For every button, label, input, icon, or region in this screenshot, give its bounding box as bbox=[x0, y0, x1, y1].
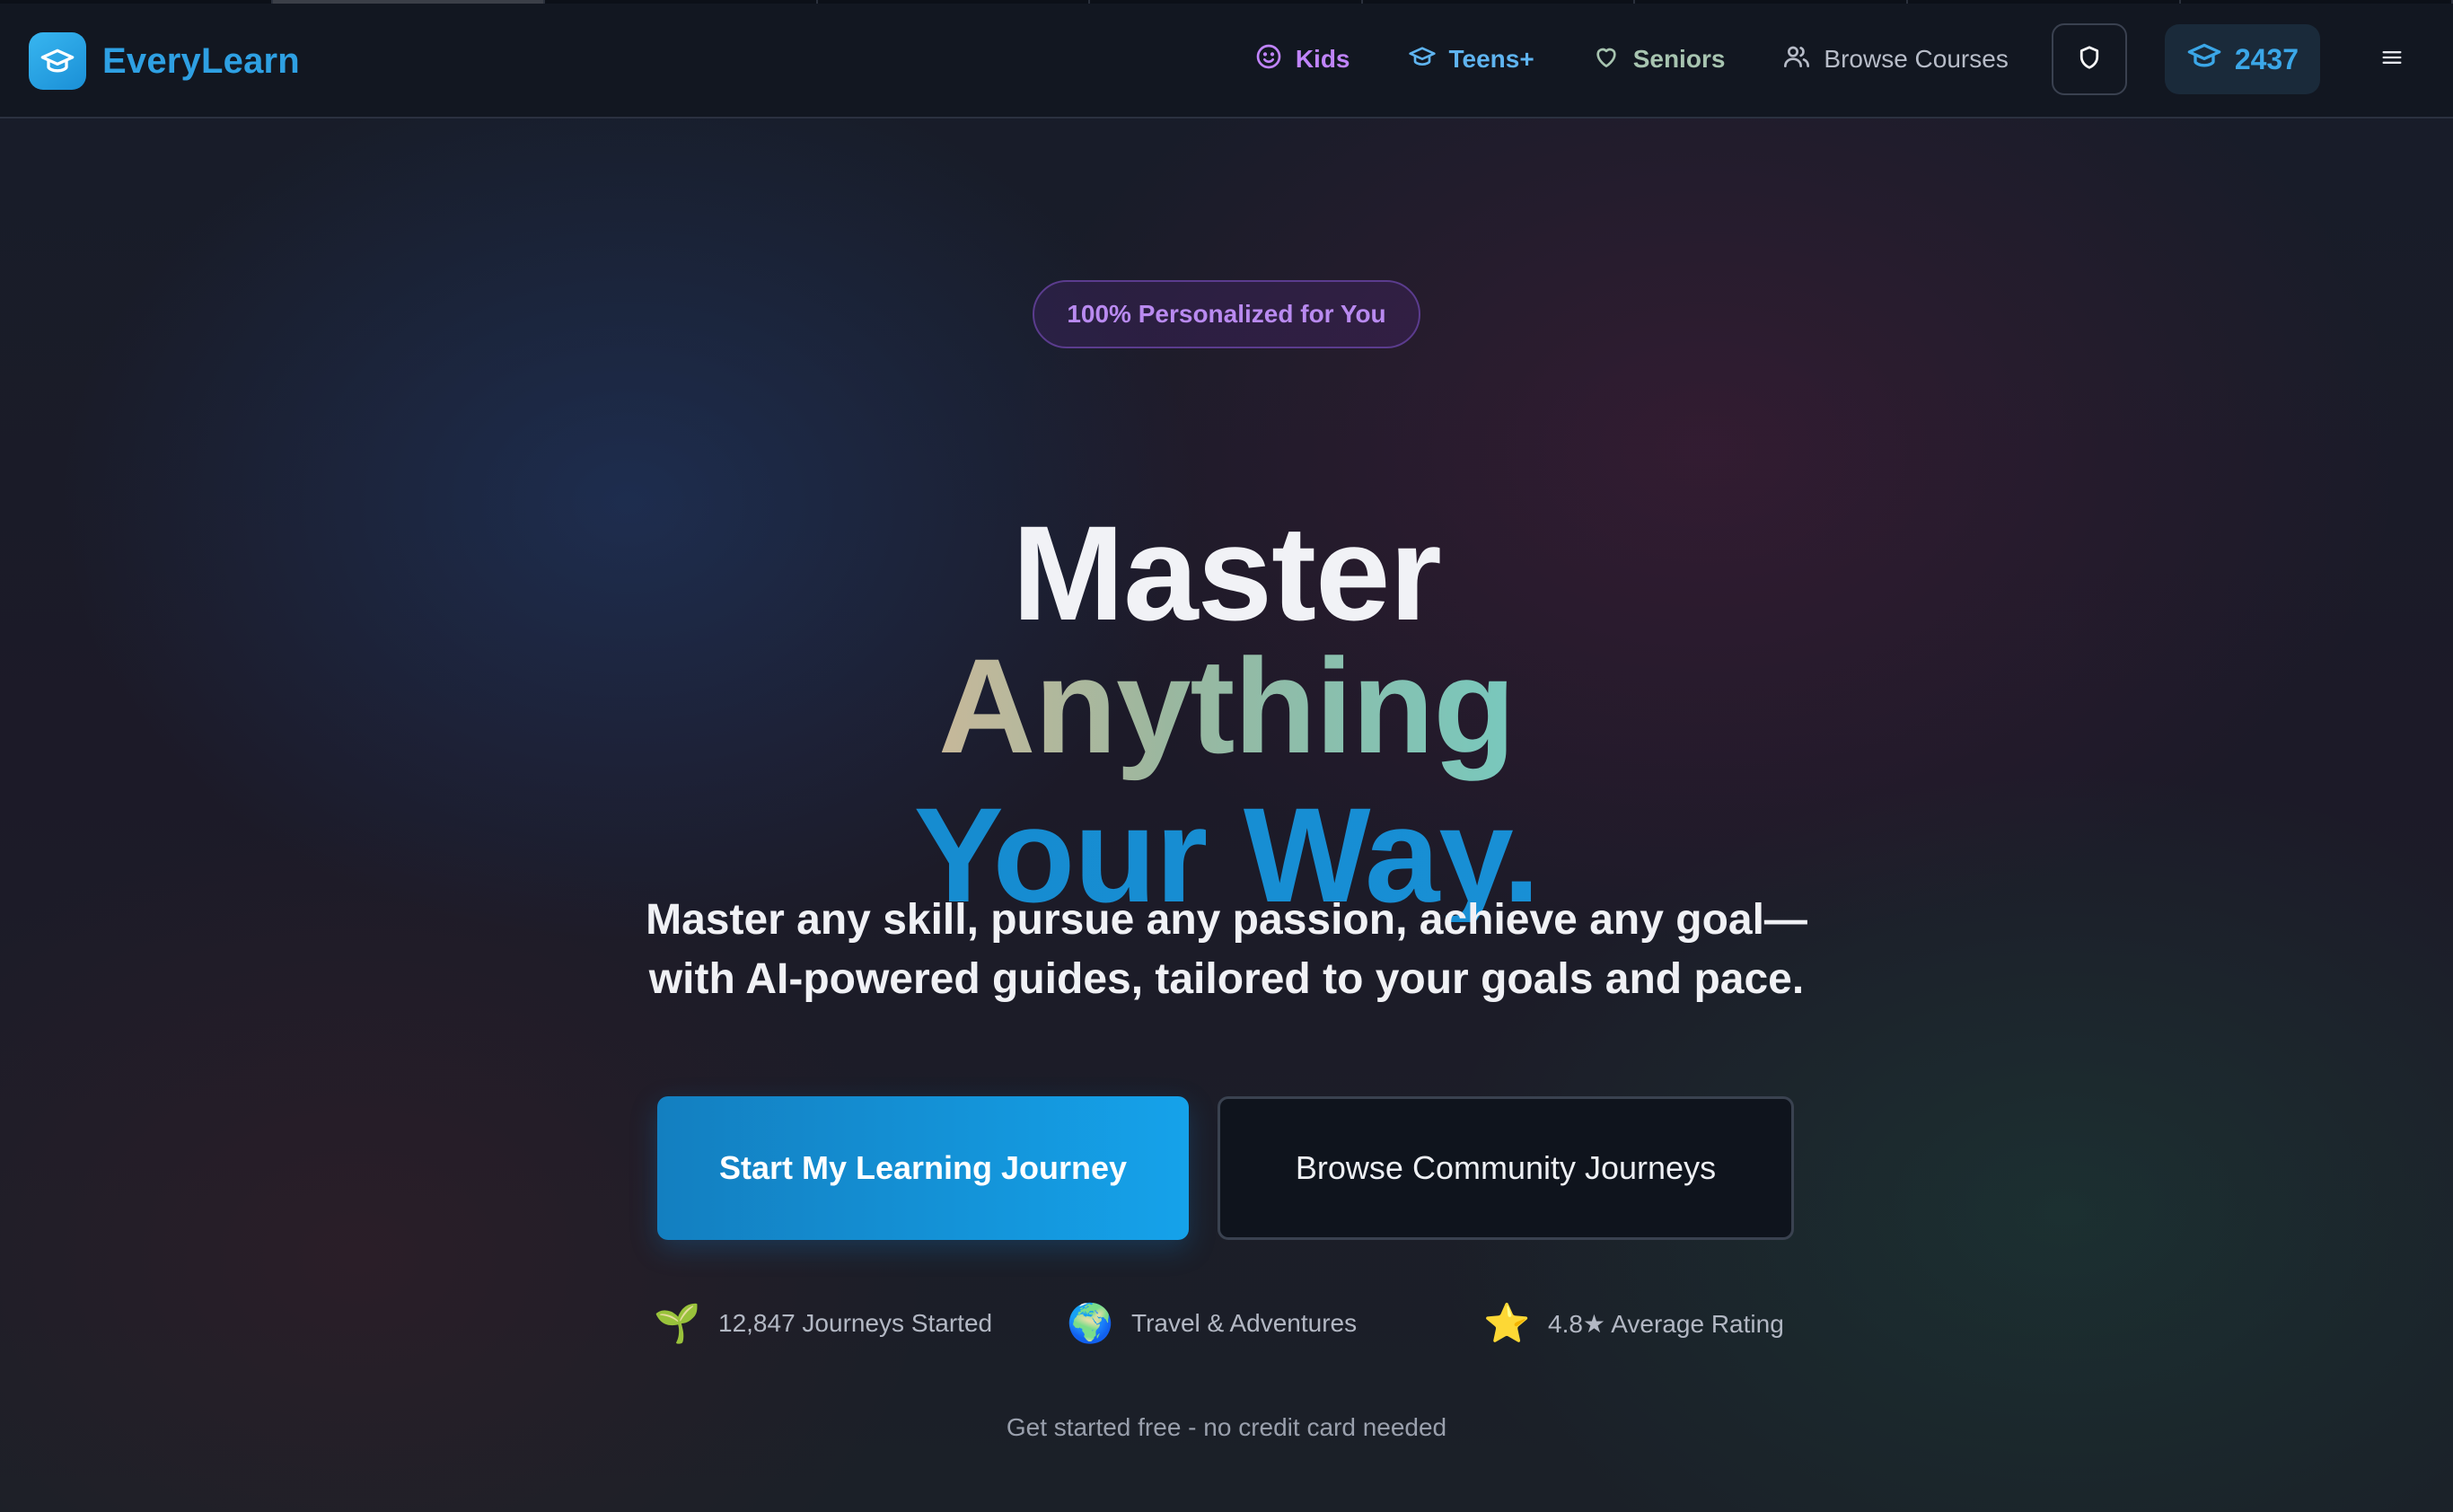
free-signup-note: Get started free - no credit card needed bbox=[1006, 1413, 1447, 1441]
nav-teens[interactable]: Teens+ bbox=[1408, 42, 1534, 77]
nav-browse-label: Browse Courses bbox=[1824, 45, 2009, 73]
stat-travel-adventures: 🌍 Travel & Adventures bbox=[1067, 1302, 1357, 1345]
seedling-icon: 🌱 bbox=[654, 1302, 701, 1344]
privacy-shield-button[interactable] bbox=[2051, 23, 2127, 95]
nav-browse-courses[interactable]: Browse Courses bbox=[1782, 42, 2009, 77]
stat-text: 4.8★ Average Rating bbox=[1548, 1309, 1784, 1338]
stat-text: Travel & Adventures bbox=[1131, 1309, 1358, 1337]
points-count: 2437 bbox=[2234, 42, 2299, 75]
hero-headline: Master Anything Your Way. bbox=[0, 505, 2453, 922]
shield-icon bbox=[2076, 44, 2103, 75]
personalized-badge: 100% Personalized for You bbox=[1033, 280, 1420, 348]
heart-icon bbox=[1592, 42, 1621, 77]
top-nav-bar: EveryLearn Kids Teens+ Seniors Browse Co… bbox=[0, 4, 2453, 119]
subtitle-line-1: Master any skill, pursue any passion, ac… bbox=[646, 896, 1807, 944]
graduation-cap-logo-icon bbox=[29, 32, 86, 90]
headline-line-2: Anything bbox=[938, 629, 1516, 781]
stat-average-rating: ⭐ 4.8★ Average Rating bbox=[1483, 1302, 1784, 1345]
hero-subtitle: Master any skill, pursue any passion, ac… bbox=[598, 891, 1855, 1009]
learning-points-button[interactable]: 2437 bbox=[2164, 24, 2320, 94]
nav-seniors-label: Seniors bbox=[1632, 45, 1726, 73]
nav-kids-label: Kids bbox=[1295, 45, 1350, 73]
menu-button[interactable] bbox=[2374, 41, 2410, 77]
hero-section: 100% Personalized for You Master Anythin… bbox=[0, 119, 2453, 1512]
hero-stats: 🌱 12,847 Journeys Started 🌍 Travel & Adv… bbox=[0, 1302, 2453, 1356]
graduation-cap-icon bbox=[2186, 38, 2222, 81]
graduation-cap-icon bbox=[1408, 42, 1437, 77]
headline-line-1: Master bbox=[1012, 497, 1442, 648]
start-learning-journey-button[interactable]: Start My Learning Journey bbox=[657, 1096, 1189, 1240]
brand-name: EveryLearn bbox=[102, 40, 300, 81]
star-icon: ⭐ bbox=[1483, 1302, 1531, 1344]
nav-teens-label: Teens+ bbox=[1448, 45, 1534, 73]
nav-seniors[interactable]: Seniors bbox=[1592, 42, 1726, 77]
page: EveryLearn Kids Teens+ Seniors Browse Co… bbox=[0, 0, 2453, 1512]
stat-text: 12,847 Journeys Started bbox=[718, 1309, 993, 1337]
main-nav: Kids Teens+ Seniors Browse Courses 2437 bbox=[1254, 4, 2453, 115]
users-icon bbox=[1782, 42, 1811, 77]
brand[interactable]: EveryLearn bbox=[29, 32, 300, 90]
stat-journeys-started: 🌱 12,847 Journeys Started bbox=[654, 1302, 992, 1345]
globe-icon: 🌍 bbox=[1067, 1302, 1114, 1344]
nav-kids[interactable]: Kids bbox=[1254, 42, 1350, 77]
browse-community-journeys-button[interactable]: Browse Community Journeys bbox=[1218, 1096, 1794, 1240]
smiley-icon bbox=[1254, 42, 1283, 77]
subtitle-line-2: with AI-powered guides, tailored to your… bbox=[648, 955, 1805, 1003]
hamburger-menu-icon bbox=[2379, 45, 2405, 75]
